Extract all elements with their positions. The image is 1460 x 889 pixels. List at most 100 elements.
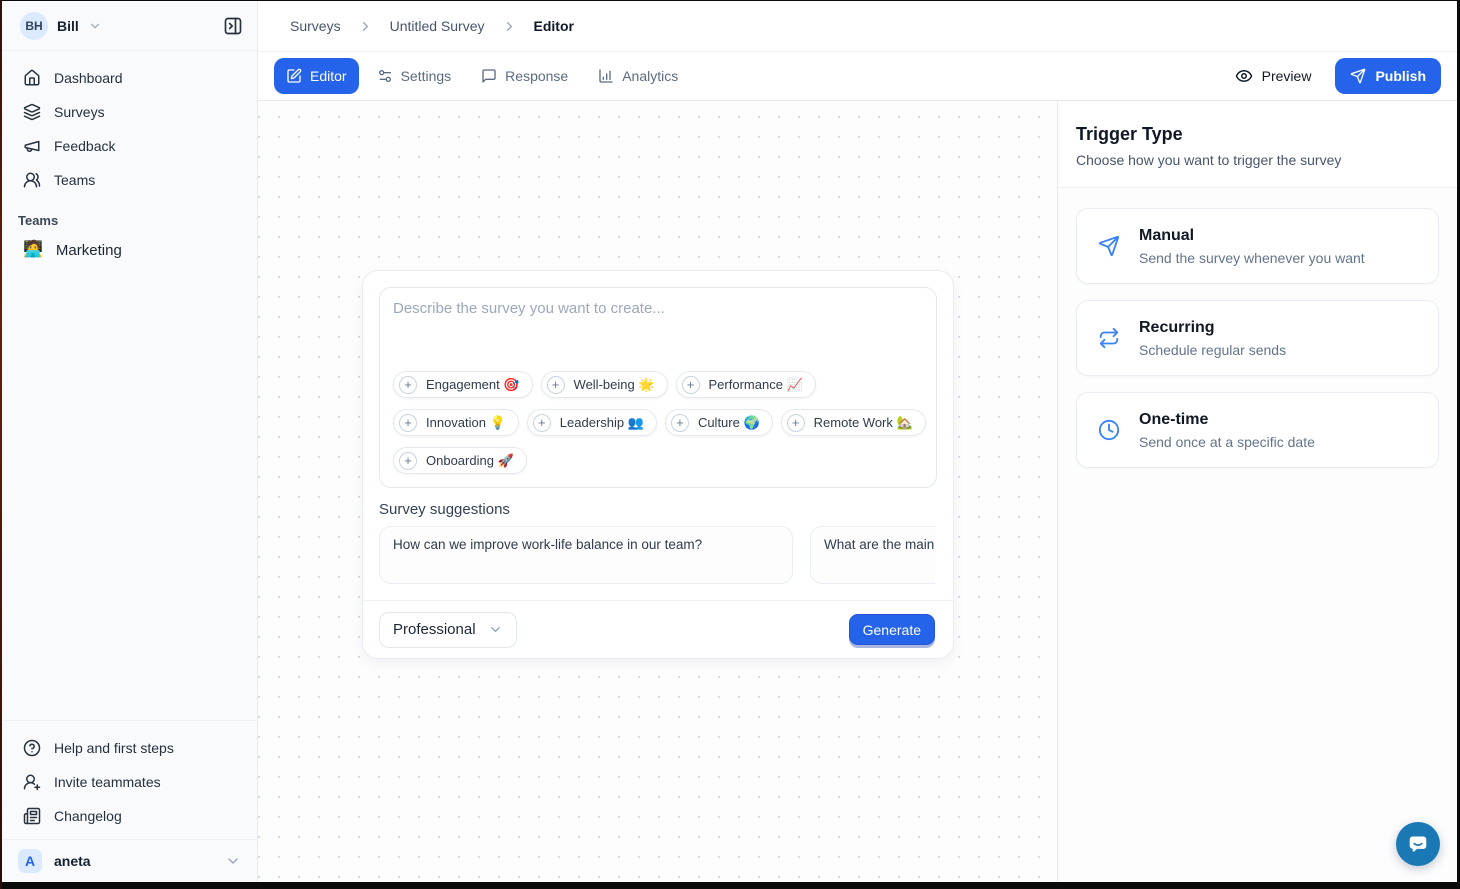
prompt-box: Engagement 🎯 Well-being 🌟 Performance 📈 … bbox=[379, 287, 937, 488]
sidebar-item-feedback[interactable]: Feedback bbox=[14, 129, 245, 163]
sidebar-item-label: Feedback bbox=[54, 138, 115, 154]
chip-label: Leadership 👥 bbox=[560, 415, 644, 431]
topic-chip[interactable]: Well-being 🌟 bbox=[541, 371, 668, 398]
preview-button[interactable]: Preview bbox=[1229, 67, 1318, 85]
sidebar-item-label: Surveys bbox=[54, 104, 105, 120]
teams-section-label: Teams bbox=[2, 197, 257, 232]
trigger-option-description: Send once at a specific date bbox=[1139, 434, 1315, 450]
trigger-option-description: Schedule regular sends bbox=[1139, 342, 1286, 358]
chat-launcher-button[interactable] bbox=[1396, 822, 1440, 866]
chip-add-icon bbox=[787, 414, 805, 432]
chip-add-icon bbox=[547, 376, 565, 394]
editor-icon bbox=[286, 68, 302, 84]
chip-label: Onboarding 🚀 bbox=[426, 453, 514, 469]
topic-chip[interactable]: Innovation 💡 bbox=[393, 409, 519, 436]
chip-add-icon bbox=[399, 414, 417, 432]
main-area: Surveys Untitled Survey Editor Editor bbox=[258, 1, 1457, 882]
tab-editor[interactable]: Editor bbox=[274, 58, 359, 94]
suggestion-text: How can we improve work-life balance in … bbox=[393, 537, 702, 552]
sidebar-item-label: Help and first steps bbox=[54, 740, 174, 756]
chevron-down-icon bbox=[225, 853, 241, 869]
publish-button[interactable]: Publish bbox=[1335, 58, 1441, 94]
tone-select-value: Professional bbox=[393, 621, 476, 638]
sidebar-item-label: Teams bbox=[54, 172, 95, 188]
panel-title: Trigger Type bbox=[1076, 124, 1439, 145]
trigger-options: Manual Send the survey whenever you want… bbox=[1058, 188, 1457, 488]
sidebar-item-teams[interactable]: Teams bbox=[14, 163, 245, 197]
tab-analytics[interactable]: Analytics bbox=[586, 58, 690, 94]
survey-composer-card: Engagement 🎯 Well-being 🌟 Performance 📈 … bbox=[362, 270, 954, 659]
tab-response[interactable]: Response bbox=[469, 58, 580, 94]
recurring-icon bbox=[1098, 327, 1120, 349]
topic-chip[interactable]: Performance 📈 bbox=[676, 371, 816, 398]
sidebar-item-help[interactable]: Help and first steps bbox=[14, 731, 245, 765]
breadcrumb-separator-icon bbox=[358, 19, 373, 34]
chip-label: Well-being 🌟 bbox=[574, 377, 655, 393]
trigger-option-title: One-time bbox=[1139, 411, 1315, 429]
chip-label: Remote Work 🏡 bbox=[814, 415, 913, 431]
sidebar-item-changelog[interactable]: Changelog bbox=[14, 799, 245, 833]
screen-edge-accent bbox=[0, 0, 2, 889]
chat-icon bbox=[1406, 832, 1430, 856]
breadcrumb-surveys[interactable]: Surveys bbox=[290, 18, 341, 34]
topic-chips: Engagement 🎯 Well-being 🌟 Performance 📈 … bbox=[393, 371, 923, 474]
technologist-emoji-icon: 🧑‍💻 bbox=[23, 242, 43, 258]
sidebar-nav: Dashboard Surveys Feedback Teams bbox=[2, 51, 257, 197]
response-icon bbox=[481, 68, 497, 84]
chip-label: Culture 🌍 bbox=[698, 415, 760, 431]
tab-label: Response bbox=[505, 68, 568, 84]
trigger-type-panel: Trigger Type Choose how you want to trig… bbox=[1057, 101, 1457, 882]
chip-add-icon bbox=[399, 376, 417, 394]
collapse-sidebar-button[interactable] bbox=[223, 16, 243, 36]
editor-canvas[interactable]: Engagement 🎯 Well-being 🌟 Performance 📈 … bbox=[258, 101, 1057, 882]
generate-button[interactable]: Generate bbox=[849, 614, 935, 645]
publish-icon bbox=[1350, 68, 1366, 84]
sidebar-item-surveys[interactable]: Surveys bbox=[14, 95, 245, 129]
suggestion-card[interactable]: How can we improve work-life balance in … bbox=[379, 526, 793, 584]
editor-toolbar: Editor Settings Response Analytics bbox=[258, 52, 1457, 101]
chip-label: Engagement 🎯 bbox=[426, 377, 520, 393]
suggestion-card[interactable]: What are the main ob bbox=[810, 526, 935, 584]
topic-chip[interactable]: Onboarding 🚀 bbox=[393, 447, 527, 474]
tab-label: Editor bbox=[310, 68, 347, 84]
suggestion-text: What are the main ob bbox=[824, 537, 935, 552]
topic-chip[interactable]: Engagement 🎯 bbox=[393, 371, 533, 398]
team-name: Marketing bbox=[56, 242, 122, 259]
app-window: BH Bill Dashboard Surveys bbox=[2, 1, 1457, 882]
chip-add-icon bbox=[682, 376, 700, 394]
preview-icon bbox=[1235, 67, 1253, 85]
sidebar-item-marketing[interactable]: 🧑‍💻 Marketing bbox=[2, 232, 257, 268]
dashboard-icon bbox=[23, 69, 41, 87]
trigger-panel-header: Trigger Type Choose how you want to trig… bbox=[1058, 101, 1457, 188]
trigger-option-one-time[interactable]: One-time Send once at a specific date bbox=[1076, 392, 1439, 468]
topic-chip[interactable]: Remote Work 🏡 bbox=[781, 409, 926, 436]
breadcrumb: Surveys Untitled Survey Editor bbox=[258, 1, 1457, 52]
trigger-option-description: Send the survey whenever you want bbox=[1139, 250, 1365, 266]
user-name: aneta bbox=[54, 853, 91, 869]
breadcrumb-survey-name[interactable]: Untitled Survey bbox=[390, 18, 485, 34]
sidebar-item-label: Invite teammates bbox=[54, 774, 161, 790]
toolbar-actions: Preview Publish bbox=[1229, 58, 1441, 94]
changelog-icon bbox=[23, 807, 41, 825]
tab-settings[interactable]: Settings bbox=[365, 58, 464, 94]
user-menu[interactable]: A aneta bbox=[2, 839, 257, 882]
sidebar-item-dashboard[interactable]: Dashboard bbox=[14, 61, 245, 95]
analytics-icon bbox=[598, 68, 614, 84]
breadcrumb-current-page: Editor bbox=[534, 18, 574, 34]
sidebar-footer: Help and first steps Invite teammates Ch… bbox=[2, 720, 257, 839]
breadcrumb-separator-icon bbox=[502, 19, 517, 34]
surveys-icon bbox=[23, 103, 41, 121]
trigger-option-manual[interactable]: Manual Send the survey whenever you want bbox=[1076, 208, 1439, 284]
survey-description-input[interactable] bbox=[393, 300, 923, 371]
chip-add-icon bbox=[399, 452, 417, 470]
chip-add-icon bbox=[671, 414, 689, 432]
chevron-down-icon bbox=[88, 19, 102, 33]
composer-footer: Professional Generate bbox=[363, 600, 953, 658]
sidebar-item-invite[interactable]: Invite teammates bbox=[14, 765, 245, 799]
topic-chip[interactable]: Culture 🌍 bbox=[665, 409, 773, 436]
trigger-option-recurring[interactable]: Recurring Schedule regular sends bbox=[1076, 300, 1439, 376]
workspace-switcher[interactable]: BH Bill bbox=[2, 1, 257, 51]
topic-chip[interactable]: Leadership 👥 bbox=[527, 409, 657, 436]
help-icon bbox=[23, 739, 41, 757]
tone-select[interactable]: Professional bbox=[379, 612, 517, 648]
